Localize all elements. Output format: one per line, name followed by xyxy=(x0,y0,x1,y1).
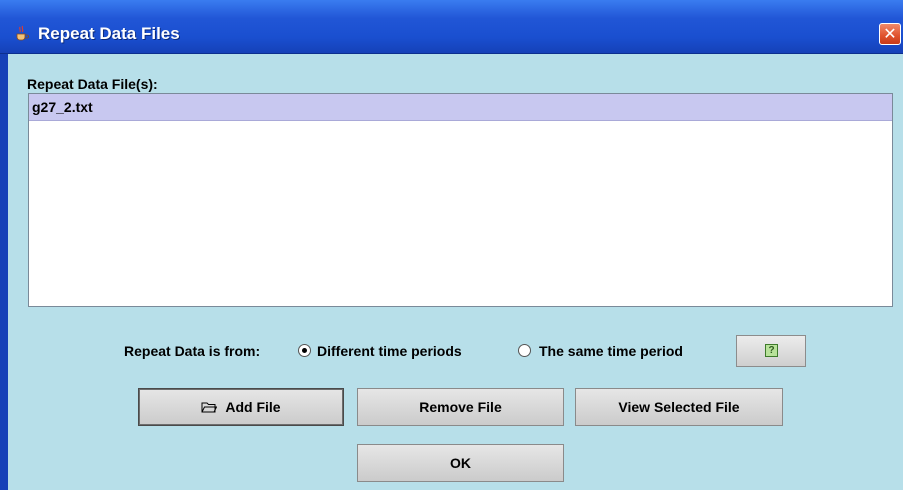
repeat-data-files-dialog: Repeat Data Files ✕ Repeat Data File(s):… xyxy=(0,0,903,490)
view-selected-file-label: View Selected File xyxy=(618,399,740,415)
repeat-source-prompt: Repeat Data is from: xyxy=(124,343,261,359)
radio-different-time-periods-label[interactable]: Different time periods xyxy=(317,343,462,359)
remove-file-label: Remove File xyxy=(419,399,502,415)
radio-same-time-period-label[interactable]: The same time period xyxy=(539,343,683,359)
add-file-label: Add File xyxy=(225,399,281,415)
ok-button[interactable]: OK xyxy=(357,444,564,482)
view-selected-file-button[interactable]: View Selected File xyxy=(575,388,783,426)
help-icon: ? xyxy=(765,344,778,357)
repeat-files-list[interactable]: g27_2.txt xyxy=(28,93,893,307)
help-button[interactable]: ? xyxy=(736,335,806,367)
java-cup-icon xyxy=(16,25,29,41)
window-border xyxy=(0,54,8,490)
radio-different-time-periods[interactable] xyxy=(298,344,311,357)
remove-file-button[interactable]: Remove File xyxy=(357,388,564,426)
close-button[interactable]: ✕ xyxy=(879,23,901,45)
close-icon: ✕ xyxy=(883,24,897,43)
title-bar[interactable]: Repeat Data Files ✕ xyxy=(0,0,903,54)
ok-label: OK xyxy=(450,455,471,471)
folder-open-icon xyxy=(201,402,218,413)
radio-same-time-period[interactable] xyxy=(518,344,531,357)
list-item[interactable]: g27_2.txt xyxy=(29,94,892,121)
window-title: Repeat Data Files xyxy=(38,24,180,43)
add-file-button[interactable]: Add File xyxy=(138,388,344,426)
repeat-files-label: Repeat Data File(s): xyxy=(27,76,158,92)
